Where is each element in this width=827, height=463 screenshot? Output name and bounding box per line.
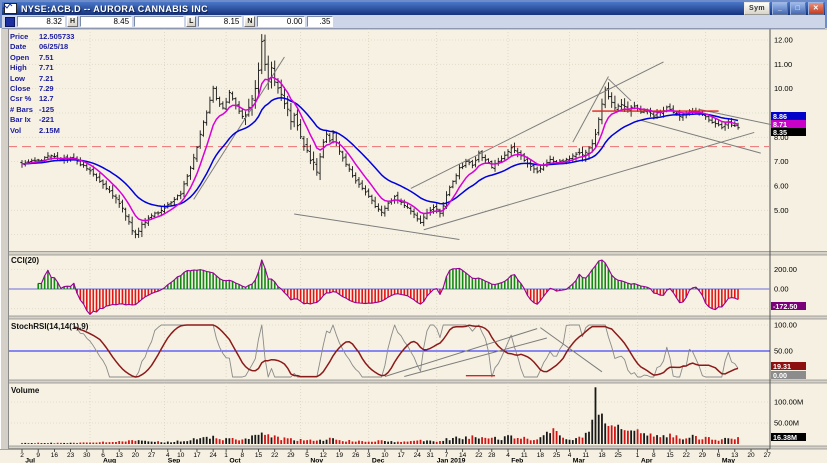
svg-text:15: 15 bbox=[255, 452, 263, 459]
svg-text:200.00: 200.00 bbox=[774, 265, 797, 274]
svg-text:9: 9 bbox=[36, 452, 40, 459]
svg-text:Apr: Apr bbox=[641, 458, 653, 463]
sym-button[interactable]: Sym bbox=[744, 2, 770, 15]
svg-text:1: 1 bbox=[636, 452, 640, 459]
quote-high: 8.45 bbox=[80, 16, 132, 27]
svg-text:Dec: Dec bbox=[372, 458, 385, 463]
svg-text:6.00: 6.00 bbox=[774, 181, 789, 190]
svg-text:25: 25 bbox=[615, 452, 623, 459]
svg-text:8: 8 bbox=[241, 452, 245, 459]
svg-text:27: 27 bbox=[148, 452, 156, 459]
chart-area[interactable]: 12.0011.0010.008.007.006.005.008.868.718… bbox=[0, 28, 827, 463]
svg-text:Mar: Mar bbox=[573, 458, 585, 463]
quote-net-label: N bbox=[244, 16, 255, 27]
svg-text:Jan 2019: Jan 2019 bbox=[437, 458, 466, 463]
svg-text:24: 24 bbox=[414, 452, 422, 459]
svg-text:Sep: Sep bbox=[168, 458, 180, 463]
svg-text:22: 22 bbox=[683, 452, 691, 459]
svg-text:Aug: Aug bbox=[103, 458, 116, 463]
app-window: NYSE:ACB.D -- AURORA CANNABIS INC Sym _ … bbox=[0, 0, 827, 463]
svg-text:50.00: 50.00 bbox=[774, 347, 793, 356]
titlebar[interactable]: NYSE:ACB.D -- AURORA CANNABIS INC Sym _ … bbox=[2, 2, 825, 15]
svg-text:8: 8 bbox=[652, 452, 656, 459]
svg-text:2: 2 bbox=[20, 452, 24, 459]
quote-extra: .35 bbox=[307, 16, 333, 27]
svg-text:100.00: 100.00 bbox=[774, 321, 797, 330]
svg-text:Nov: Nov bbox=[310, 458, 323, 463]
svg-text:17: 17 bbox=[193, 452, 201, 459]
cci-pane[interactable] bbox=[8, 255, 770, 316]
svg-text:10.00: 10.00 bbox=[774, 84, 793, 93]
quote-low-label: L bbox=[186, 16, 196, 27]
quote-icon bbox=[5, 17, 15, 27]
panel-splitter[interactable] bbox=[0, 380, 827, 383]
svg-text:27: 27 bbox=[764, 452, 772, 459]
svg-text:5: 5 bbox=[305, 452, 309, 459]
svg-text:16.38M: 16.38M bbox=[773, 433, 797, 442]
svg-text:22: 22 bbox=[475, 452, 483, 459]
minimize-button[interactable]: _ bbox=[772, 2, 788, 15]
svg-text:30: 30 bbox=[83, 452, 91, 459]
quote-bar: 8.32 H 8.45 L 8.15 N 0.00 .35 bbox=[2, 15, 825, 29]
close-button[interactable]: ✕ bbox=[808, 2, 824, 15]
quote-high-label: H bbox=[67, 16, 78, 27]
svg-text:15: 15 bbox=[666, 452, 674, 459]
svg-text:17: 17 bbox=[397, 452, 405, 459]
svg-text:20: 20 bbox=[747, 452, 755, 459]
svg-text:6: 6 bbox=[717, 452, 721, 459]
svg-text:100.00M: 100.00M bbox=[774, 398, 803, 407]
quote-net: 0.00 bbox=[257, 16, 305, 27]
window-title: NYSE:ACB.D -- AURORA CANNABIS INC bbox=[21, 4, 208, 14]
svg-text:25: 25 bbox=[553, 452, 561, 459]
svg-text:28: 28 bbox=[488, 452, 496, 459]
svg-text:18: 18 bbox=[537, 452, 545, 459]
svg-text:23: 23 bbox=[67, 452, 75, 459]
volume-pane[interactable] bbox=[8, 383, 770, 446]
svg-text:12.00: 12.00 bbox=[774, 36, 793, 45]
svg-text:May: May bbox=[722, 458, 735, 463]
svg-text:Feb: Feb bbox=[511, 458, 523, 463]
svg-text:50.00M: 50.00M bbox=[774, 419, 799, 428]
quote-low: 8.15 bbox=[198, 16, 242, 27]
svg-text:20: 20 bbox=[132, 452, 140, 459]
panel-splitter[interactable] bbox=[0, 316, 827, 319]
svg-text:26: 26 bbox=[352, 452, 360, 459]
svg-text:7.00: 7.00 bbox=[774, 157, 789, 166]
svg-text:29: 29 bbox=[287, 452, 295, 459]
svg-text:4: 4 bbox=[506, 452, 510, 459]
svg-text:-172.50: -172.50 bbox=[773, 302, 797, 311]
price-pane[interactable] bbox=[8, 29, 770, 251]
maximize-button[interactable]: □ bbox=[790, 2, 806, 15]
svg-text:3: 3 bbox=[367, 452, 371, 459]
svg-text:11.00: 11.00 bbox=[774, 60, 792, 69]
svg-text:31: 31 bbox=[427, 452, 435, 459]
quote-last: 8.32 bbox=[17, 16, 65, 27]
chart-canvas[interactable]: 12.0011.0010.008.007.006.005.008.868.718… bbox=[0, 28, 827, 463]
svg-text:1: 1 bbox=[224, 452, 228, 459]
svg-text:22: 22 bbox=[271, 452, 279, 459]
quote-blank-field[interactable] bbox=[134, 16, 184, 27]
left-gutter bbox=[0, 28, 9, 449]
svg-text:24: 24 bbox=[210, 452, 218, 459]
panel-splitter[interactable] bbox=[0, 252, 827, 256]
svg-text:18: 18 bbox=[598, 452, 606, 459]
svg-text:Jul: Jul bbox=[25, 458, 35, 463]
svg-text:19.31: 19.31 bbox=[773, 362, 791, 371]
svg-text:Oct: Oct bbox=[229, 458, 241, 463]
svg-text:13: 13 bbox=[116, 452, 124, 459]
svg-text:8.35: 8.35 bbox=[773, 128, 787, 137]
svg-text:0.00: 0.00 bbox=[773, 371, 787, 380]
svg-text:16: 16 bbox=[51, 452, 59, 459]
svg-text:29: 29 bbox=[699, 452, 707, 459]
svg-text:4: 4 bbox=[568, 452, 572, 459]
svg-text:19: 19 bbox=[336, 452, 344, 459]
svg-text:5.00: 5.00 bbox=[774, 206, 789, 215]
app-icon bbox=[4, 3, 17, 14]
svg-text:0.00: 0.00 bbox=[774, 285, 789, 294]
